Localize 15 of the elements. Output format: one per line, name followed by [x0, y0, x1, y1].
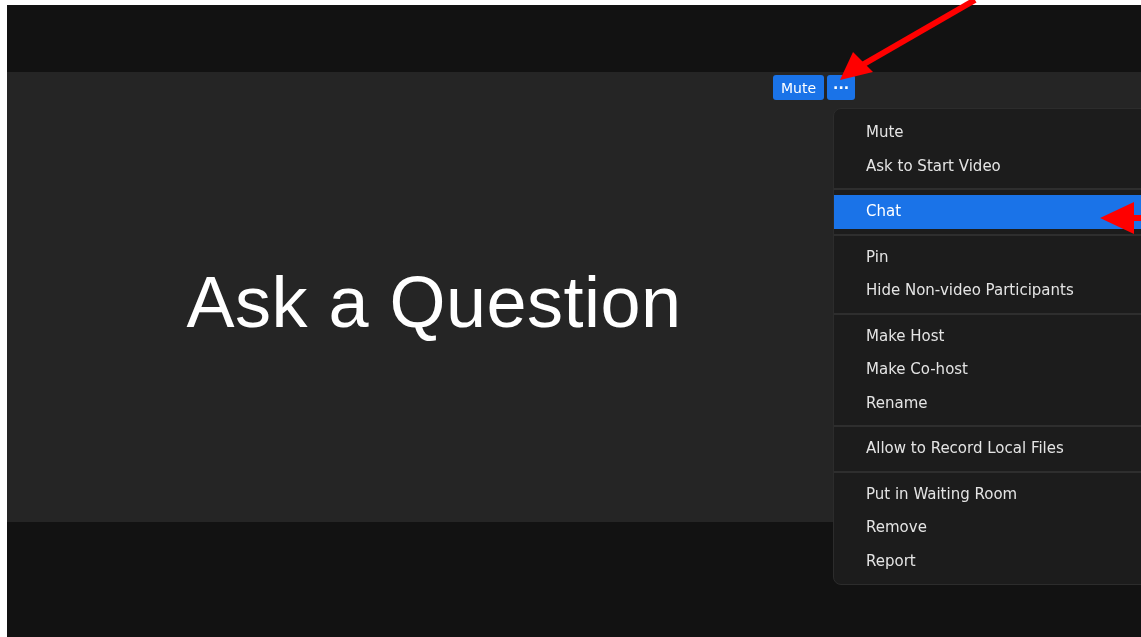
menu-item[interactable]: Make Co-host [834, 353, 1141, 387]
menu-item[interactable]: Report [834, 544, 1141, 578]
menu-item[interactable]: Chat [834, 195, 1141, 229]
menu-item[interactable]: Allow to Record Local Files [834, 432, 1141, 466]
menu-item[interactable]: Put in Waiting Room [834, 477, 1141, 511]
tile-title: Ask a Question [186, 261, 682, 343]
menu-item[interactable]: Rename [834, 386, 1141, 420]
more-button[interactable]: ··· [827, 75, 856, 100]
menu-item[interactable]: Remove [834, 511, 1141, 545]
menu-item[interactable]: Hide Non-video Participants [834, 274, 1141, 308]
mute-button[interactable]: Mute [773, 75, 825, 100]
menu-item[interactable]: Make Host [834, 319, 1141, 353]
menu-item[interactable]: Ask to Start Video [834, 149, 1141, 183]
menu-item[interactable]: Mute [834, 116, 1141, 150]
menu-item[interactable]: Pin [834, 240, 1141, 274]
